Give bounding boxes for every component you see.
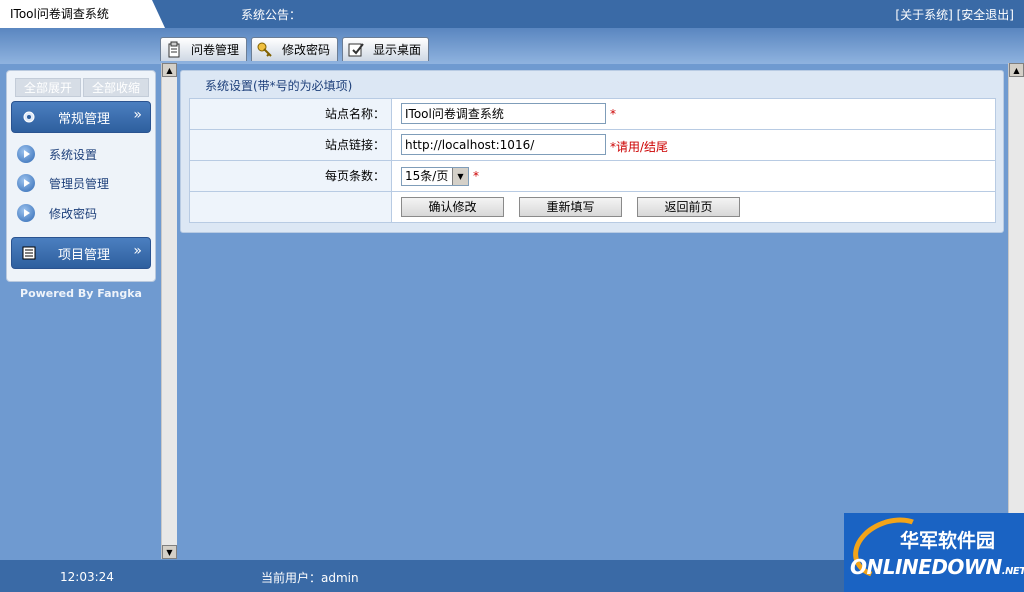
sidebar-group-label: 项目管理	[58, 247, 111, 263]
confirm-button[interactable]: 确认修改	[401, 197, 504, 217]
right-scrollbar[interactable]: ▲	[1008, 63, 1024, 513]
field-label-empty	[190, 192, 392, 222]
required-mark: *	[610, 107, 616, 121]
desktop-icon	[347, 41, 365, 59]
left-scrollbar[interactable]: ▲ ▼	[161, 63, 177, 559]
sidebar-item-label: 修改密码	[49, 206, 98, 221]
back-button[interactable]: 返回前页	[637, 197, 740, 217]
sidebar-group-general[interactable]: 常规管理 »	[11, 101, 151, 133]
top-links: [关于系统] [安全退出]	[895, 6, 1014, 23]
watermark-cn: 华军软件园	[900, 530, 996, 552]
sidebar: 全部展开 全部收缩 常规管理 » 系统设置 管理员管理 修改密码 项目管理 »	[6, 70, 156, 282]
site-link-input[interactable]	[401, 134, 606, 155]
watermark-logo: 华军软件园 ONLINEDOWN.NET	[844, 507, 1024, 592]
required-mark: *请用/结尾	[610, 140, 669, 154]
play-icon	[17, 204, 35, 222]
scroll-up-icon[interactable]: ▲	[162, 63, 177, 77]
tab-change-password[interactable]: 修改密码	[251, 37, 338, 61]
tab-band	[0, 28, 1024, 64]
site-name-input[interactable]	[401, 103, 606, 124]
reset-button[interactable]: 重新填写	[519, 197, 622, 217]
list-icon	[20, 245, 38, 261]
sidebar-item-system-settings[interactable]: 系统设置	[17, 143, 147, 165]
powered-by: Powered By Fangka	[20, 287, 142, 300]
logout-link[interactable]: [安全退出]	[957, 8, 1014, 22]
tab-label: 问卷管理	[191, 43, 240, 57]
tab-show-desktop[interactable]: 显示桌面	[342, 37, 429, 61]
sidebar-group-projects[interactable]: 项目管理 »	[11, 237, 151, 269]
play-icon	[17, 145, 35, 163]
field-label: 站点链接：	[190, 130, 392, 160]
chevron-double-right-icon: »	[133, 107, 142, 123]
key-icon	[256, 41, 274, 59]
chevron-double-right-icon: »	[133, 243, 142, 259]
expand-all-button[interactable]: 全部展开	[15, 78, 81, 97]
notice-label: 系统公告：	[241, 8, 302, 22]
tab-survey-management[interactable]: 问卷管理	[160, 37, 247, 61]
watermark-en: ONLINEDOWN.NET	[850, 555, 1024, 579]
form-row-actions: 确认修改 重新填写 返回前页	[190, 192, 995, 223]
play-icon	[17, 174, 35, 192]
top-bar: ITool问卷调查系统 系统公告： [关于系统] [安全退出]	[0, 0, 1024, 28]
app-title: ITool问卷调查系统	[0, 0, 165, 28]
required-mark: *	[473, 169, 479, 183]
clipboard-icon	[165, 41, 183, 59]
sidebar-group-label: 常规管理	[58, 111, 111, 127]
scroll-down-icon[interactable]: ▼	[162, 545, 177, 559]
clock: 12:03:24	[60, 570, 114, 584]
sidebar-item-label: 管理员管理	[49, 176, 110, 191]
collapse-all-button[interactable]: 全部收缩	[83, 78, 149, 97]
about-link[interactable]: [关于系统]	[895, 8, 952, 22]
form-row-page-size: 每页条数： 15条/页 ▼ *	[190, 161, 995, 192]
sidebar-item-admin-management[interactable]: 管理员管理	[17, 172, 147, 194]
chevron-down-icon[interactable]: ▼	[452, 168, 468, 185]
gear-icon	[20, 109, 38, 125]
tab-label: 修改密码	[282, 43, 331, 57]
form-row-site-link: 站点链接： *请用/结尾	[190, 130, 995, 161]
field-label: 站点名称：	[190, 99, 392, 129]
sidebar-item-label: 系统设置	[49, 147, 98, 162]
field-label: 每页条数：	[190, 161, 392, 191]
panel-title: 系统设置(带*号的为必填项)	[205, 79, 353, 93]
current-user: 当前用户：admin	[261, 571, 359, 585]
page-size-select[interactable]: 15条/页 ▼	[401, 167, 469, 186]
sidebar-item-change-password[interactable]: 修改密码	[17, 202, 147, 224]
settings-form: 站点名称： * 站点链接： *请用/结尾 每页条数： 15条/页 ▼ * 确认修…	[189, 98, 996, 223]
scroll-up-icon[interactable]: ▲	[1009, 63, 1024, 77]
select-value: 15条/页	[405, 169, 449, 183]
tab-label: 显示桌面	[373, 43, 422, 57]
form-row-site-name: 站点名称： *	[190, 99, 995, 130]
settings-panel: 系统设置(带*号的为必填项) 站点名称： * 站点链接： *请用/结尾 每页条数…	[180, 70, 1004, 233]
